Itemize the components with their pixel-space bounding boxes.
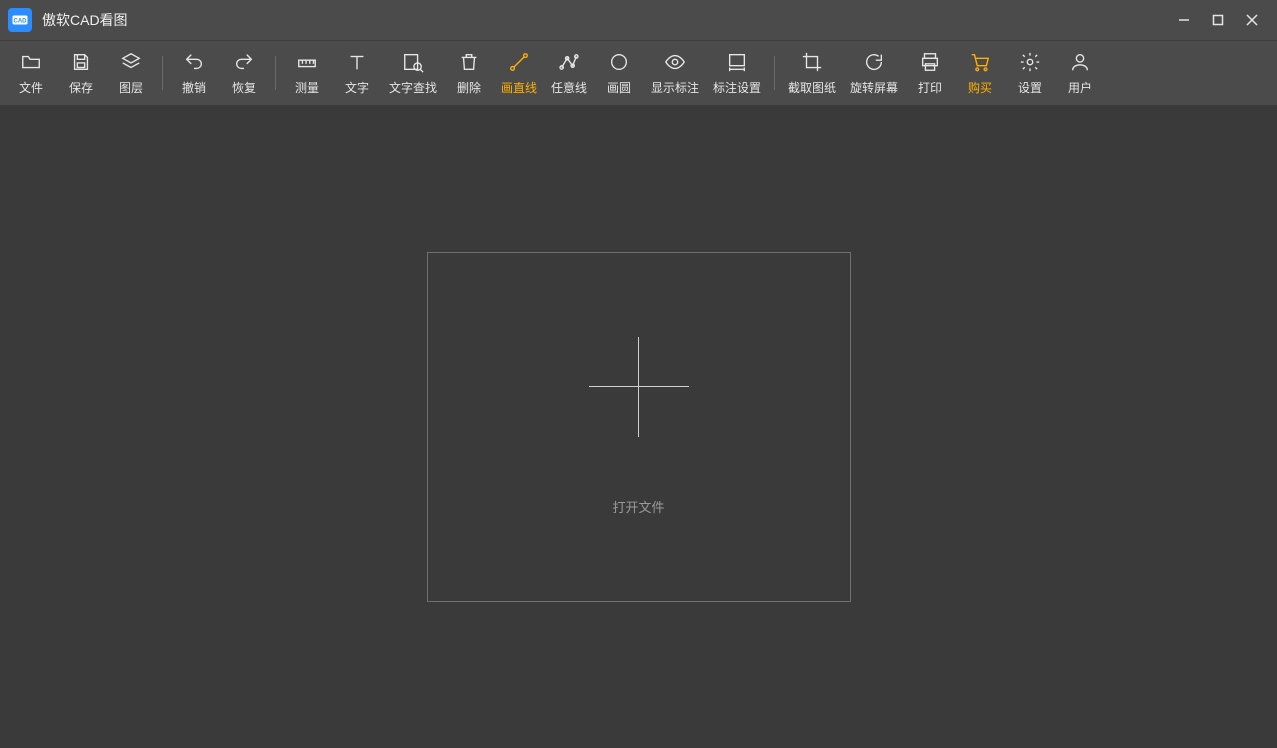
open-file-label: 打开文件 bbox=[612, 497, 664, 516]
measure-button[interactable]: 测量 bbox=[282, 43, 332, 103]
toolbar-separator bbox=[275, 56, 276, 90]
user-icon bbox=[1069, 51, 1091, 73]
text-label: 文字 bbox=[345, 79, 369, 96]
app-window: CAD 傲软CAD看图 文件 保存 图层 bbox=[0, 0, 1277, 748]
rotate-label: 旋转屏幕 bbox=[850, 79, 898, 96]
window-controls bbox=[1167, 0, 1269, 40]
toolbar-separator bbox=[774, 56, 775, 90]
print-icon bbox=[919, 51, 941, 73]
line-label: 画直线 bbox=[501, 79, 537, 96]
buy-label: 购买 bbox=[968, 79, 992, 96]
text-icon bbox=[346, 51, 368, 73]
cart-icon bbox=[969, 51, 991, 73]
polyline-label: 任意线 bbox=[551, 79, 587, 96]
settings-label: 设置 bbox=[1018, 79, 1042, 96]
user-button[interactable]: 用户 bbox=[1055, 43, 1105, 103]
maximize-button[interactable] bbox=[1201, 0, 1235, 40]
gear-icon bbox=[1019, 51, 1041, 73]
circle-label: 画圆 bbox=[607, 79, 631, 96]
save-button[interactable]: 保存 bbox=[56, 43, 106, 103]
find-text-label: 文字查找 bbox=[389, 79, 437, 96]
file-button[interactable]: 文件 bbox=[6, 43, 56, 103]
delete-button[interactable]: 删除 bbox=[444, 43, 494, 103]
show-annot-label: 显示标注 bbox=[651, 79, 699, 96]
layers-icon bbox=[120, 51, 142, 73]
app-title: 傲软CAD看图 bbox=[42, 10, 128, 30]
crop-button[interactable]: 截取图纸 bbox=[781, 43, 843, 103]
open-file-card[interactable]: 打开文件 bbox=[427, 252, 851, 602]
rotate-icon bbox=[863, 51, 885, 73]
print-button[interactable]: 打印 bbox=[905, 43, 955, 103]
redo-icon bbox=[233, 51, 255, 73]
undo-label: 撤销 bbox=[182, 79, 206, 96]
app-logo-icon: CAD bbox=[8, 8, 32, 32]
trash-icon bbox=[458, 51, 480, 73]
undo-icon bbox=[183, 51, 205, 73]
undo-button[interactable]: 撤销 bbox=[169, 43, 219, 103]
folder-icon bbox=[20, 51, 42, 73]
find-text-icon bbox=[402, 51, 424, 73]
save-icon bbox=[70, 51, 92, 73]
measure-label: 测量 bbox=[295, 79, 319, 96]
file-label: 文件 bbox=[19, 79, 43, 96]
crop-icon bbox=[801, 51, 823, 73]
line-button[interactable]: 画直线 bbox=[494, 43, 544, 103]
annot-settings-button[interactable]: 标注设置 bbox=[706, 43, 768, 103]
find-text-button[interactable]: 文字查找 bbox=[382, 43, 444, 103]
titlebar: CAD 傲软CAD看图 bbox=[0, 0, 1277, 40]
user-label: 用户 bbox=[1068, 79, 1092, 96]
redo-button[interactable]: 恢复 bbox=[219, 43, 269, 103]
print-label: 打印 bbox=[918, 79, 942, 96]
annot-settings-icon bbox=[726, 51, 748, 73]
save-label: 保存 bbox=[69, 79, 93, 96]
minimize-button[interactable] bbox=[1167, 0, 1201, 40]
annot-settings-label: 标注设置 bbox=[713, 79, 761, 96]
circle-icon bbox=[608, 51, 630, 73]
canvas-area: 打开文件 bbox=[0, 105, 1277, 748]
delete-label: 删除 bbox=[457, 79, 481, 96]
show-annot-button[interactable]: 显示标注 bbox=[644, 43, 706, 103]
circle-button[interactable]: 画圆 bbox=[594, 43, 644, 103]
redo-label: 恢复 bbox=[232, 79, 256, 96]
layers-button[interactable]: 图层 bbox=[106, 43, 156, 103]
eye-icon bbox=[664, 51, 686, 73]
crop-label: 截取图纸 bbox=[788, 79, 836, 96]
svg-text:CAD: CAD bbox=[14, 18, 28, 24]
text-button[interactable]: 文字 bbox=[332, 43, 382, 103]
plus-icon bbox=[589, 337, 689, 437]
polyline-button[interactable]: 任意线 bbox=[544, 43, 594, 103]
rotate-button[interactable]: 旋转屏幕 bbox=[843, 43, 905, 103]
buy-button[interactable]: 购买 bbox=[955, 43, 1005, 103]
close-button[interactable] bbox=[1235, 0, 1269, 40]
polyline-icon bbox=[558, 51, 580, 73]
main-toolbar: 文件 保存 图层 撤销 恢复 测量 文字 bbox=[0, 40, 1277, 105]
toolbar-separator bbox=[162, 56, 163, 90]
ruler-icon bbox=[296, 51, 318, 73]
settings-button[interactable]: 设置 bbox=[1005, 43, 1055, 103]
line-icon bbox=[508, 51, 530, 73]
layers-label: 图层 bbox=[119, 79, 143, 96]
